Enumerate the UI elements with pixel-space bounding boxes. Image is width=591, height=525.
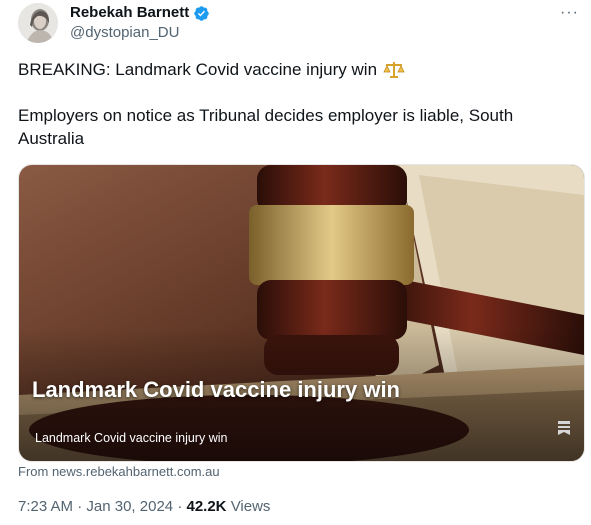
card-caption: Landmark Covid vaccine injury win xyxy=(35,431,228,445)
card-image xyxy=(19,165,584,461)
author-name-row: Rebekah Barnett xyxy=(70,4,210,22)
card-overlay-title: Landmark Covid vaccine injury win xyxy=(32,377,400,402)
more-options-button[interactable]: ··· xyxy=(560,4,579,22)
avatar[interactable] xyxy=(18,3,58,43)
tweet-text-line1: BREAKING: Landmark Covid vaccine injury … xyxy=(18,58,573,81)
article-icon xyxy=(558,421,570,435)
card-source-link[interactable]: From news.rebekahbarnett.com.au xyxy=(18,464,220,479)
author-display-name[interactable]: Rebekah Barnett xyxy=(70,4,189,22)
author-handle[interactable]: @dystopian_DU xyxy=(70,24,179,42)
views-label: Views xyxy=(230,498,271,515)
verified-badge-icon[interactable] xyxy=(193,5,210,22)
link-card[interactable]: Landmark Covid vaccine injury win Landma… xyxy=(18,164,585,462)
avatar-image xyxy=(18,3,58,43)
meta-separator: · xyxy=(177,498,183,515)
tweet: Rebekah Barnett @dystopian_DU ··· BREAKI… xyxy=(0,0,591,525)
tweet-time[interactable]: 7:23 AM xyxy=(18,498,73,515)
tweet-headline: BREAKING: Landmark Covid vaccine injury … xyxy=(18,60,378,79)
tweet-meta: 7:23 AM · Jan 30, 2024 · 42.2K Views xyxy=(18,498,270,516)
balance-scale-icon xyxy=(383,61,405,78)
tweet-date[interactable]: Jan 30, 2024 xyxy=(86,498,173,515)
meta-separator: · xyxy=(77,498,83,515)
tweet-text-line2: Employers on notice as Tribunal decides … xyxy=(18,106,514,148)
views-count[interactable]: 42.2K xyxy=(186,498,226,515)
